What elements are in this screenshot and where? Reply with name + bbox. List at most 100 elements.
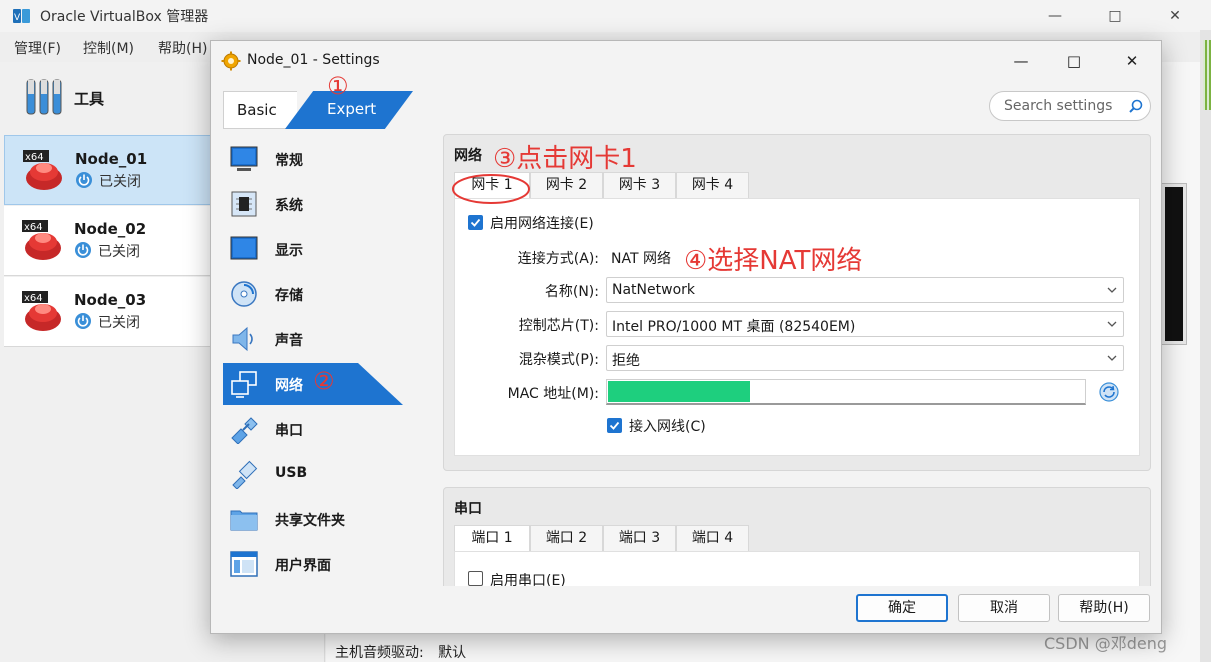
mac-address-field[interactable]	[606, 379, 1086, 405]
search-input[interactable]	[1002, 96, 1122, 116]
nav-label: 声音	[275, 333, 303, 349]
chevron-down-icon	[1107, 287, 1117, 293]
nav-item-serial[interactable]: 串口	[223, 408, 403, 450]
monitor-icon	[230, 146, 258, 171]
mode-expert-tab[interactable]: Expert	[285, 91, 413, 129]
promiscuous-value: 拒绝	[612, 353, 640, 369]
gear-icon	[221, 51, 241, 71]
nav-label: 常规	[275, 153, 303, 169]
enable-serial-checkbox[interactable]	[468, 571, 483, 586]
serial-group-title: 串口	[454, 501, 482, 517]
nav-item-user-interface[interactable]: 用户界面	[223, 543, 403, 585]
minimize-icon[interactable]: —	[1035, 4, 1075, 28]
tab-adapter-3[interactable]: 网卡 3	[603, 172, 676, 198]
dialog-minimize-icon[interactable]: —	[1006, 49, 1036, 73]
mode-switch: Basic Expert	[223, 91, 413, 129]
adapter-type-select[interactable]: Intel PRO/1000 MT 桌面 (82540EM)	[606, 311, 1124, 337]
dialog-title: Node_01 - Settings	[247, 52, 380, 68]
dialog-maximize-icon[interactable]: □	[1059, 49, 1089, 73]
vm-preview	[1162, 184, 1186, 344]
annotation-circle	[452, 174, 530, 204]
tab-port-4[interactable]: 端口 4	[676, 525, 749, 551]
display-icon	[230, 236, 258, 260]
vm-state: 已关闭	[98, 244, 140, 260]
nav-label: USB	[275, 465, 308, 481]
promiscuous-label: 混杂模式(P):	[518, 352, 599, 368]
network-group: 网络 网卡 1 网卡 2 网卡 3 网卡 4 启用网络连接(E) 连接方式(A)…	[443, 134, 1151, 471]
name-label: 名称(N):	[544, 284, 599, 300]
nav-item-shared-folders[interactable]: 共享文件夹	[223, 498, 403, 540]
cable-connected-checkbox[interactable]	[607, 418, 622, 433]
dialog-title-bar: Node_01 - Settings — □ ✕	[211, 41, 1161, 81]
promiscuous-select[interactable]: 拒绝	[606, 345, 1124, 371]
nav-item-display[interactable]: 显示	[223, 228, 403, 270]
tools-label: 工具	[74, 90, 105, 108]
tab-adapter-2[interactable]: 网卡 2	[530, 172, 603, 198]
menu-control[interactable]: 控制(M)	[83, 38, 134, 58]
annotation-step-2: ②	[313, 367, 335, 395]
tab-port-3[interactable]: 端口 3	[603, 525, 676, 551]
svg-text:x64: x64	[25, 152, 44, 163]
mode-basic-tab[interactable]: Basic	[223, 91, 297, 129]
vm-state: 已关闭	[98, 315, 140, 331]
tab-adapter-4[interactable]: 网卡 4	[676, 172, 749, 198]
annotation-step-3: ③点击网卡1	[493, 144, 637, 174]
annotation-step-4: ④选择NAT网络	[684, 246, 863, 276]
power-off-icon	[75, 313, 91, 329]
virtualbox-logo-icon: V	[13, 9, 30, 23]
close-icon[interactable]: ✕	[1155, 4, 1195, 28]
vm-name: Node_01	[75, 150, 148, 168]
nav-item-storage[interactable]: 存储	[223, 273, 403, 315]
search-icon[interactable]	[1128, 98, 1144, 114]
search-settings	[989, 91, 1151, 121]
cancel-button[interactable]: 取消	[958, 594, 1050, 622]
chip-icon	[231, 191, 257, 217]
dialog-close-icon[interactable]: ✕	[1117, 49, 1147, 73]
help-button[interactable]: 帮助(H)	[1058, 594, 1150, 622]
settings-dialog: Node_01 - Settings — □ ✕ Basic Expert 常规	[210, 40, 1162, 634]
power-off-icon	[75, 242, 91, 258]
refresh-mac-icon[interactable]	[1098, 381, 1120, 403]
settings-nav: 常规 系统 显示 存储 声音 网络 串口 USB 共享文件夹 用户界面	[223, 135, 413, 585]
main-title-bar: V Oracle VirtualBox 管理器 — □ ✕	[0, 0, 1211, 32]
nav-label: 网络	[275, 378, 303, 394]
svg-text:V: V	[14, 13, 21, 23]
mac-redaction	[608, 381, 750, 402]
menu-manage[interactable]: 管理(F)	[14, 38, 61, 58]
nav-label: 串口	[275, 423, 303, 439]
nav-item-general[interactable]: 常规	[223, 138, 403, 180]
nav-item-audio[interactable]: 声音	[223, 318, 403, 360]
nav-item-system[interactable]: 系统	[223, 183, 403, 225]
vm-name: Node_03	[74, 291, 147, 309]
nav-label: 系统	[275, 198, 303, 214]
network-name-select[interactable]: NatNetwork	[606, 277, 1124, 303]
power-off-icon	[76, 172, 92, 188]
svg-text:x64: x64	[24, 222, 43, 233]
menu-help[interactable]: 帮助(H)	[158, 38, 207, 58]
adapter-type-label: 控制芯片(T):	[518, 318, 599, 334]
linux-x64-os-icon: x64	[22, 291, 61, 331]
adapter-1-panel: 启用网络连接(E) 连接方式(A): NAT 网络 名称(N): NatNetw…	[454, 198, 1140, 456]
vm-state: 已关闭	[99, 174, 141, 190]
linux-x64-os-icon: x64	[22, 220, 61, 260]
nav-item-usb[interactable]: USB	[223, 453, 403, 495]
vm-name: Node_02	[74, 220, 147, 238]
usb-icon	[232, 460, 258, 489]
maximize-icon[interactable]: □	[1095, 4, 1135, 28]
ok-button[interactable]: 确定	[856, 594, 948, 622]
disc-icon	[231, 281, 257, 307]
tab-port-2[interactable]: 端口 2	[530, 525, 603, 551]
chevron-down-icon	[1107, 355, 1117, 361]
audio-driver-label: 主机音频驱动:	[335, 645, 424, 661]
nav-label: 用户界面	[275, 558, 331, 574]
serial-cable-icon	[231, 417, 258, 444]
nav-label: 显示	[275, 243, 303, 259]
preview-thumbnail	[1203, 40, 1211, 110]
tab-port-1[interactable]: 端口 1	[454, 525, 530, 552]
speaker-icon	[232, 326, 253, 352]
main-window-title: Oracle VirtualBox 管理器	[40, 9, 209, 25]
enable-adapter-checkbox[interactable]	[468, 215, 483, 230]
mode-expert-label: Expert	[327, 100, 377, 118]
network-icon	[231, 371, 257, 398]
adapter-type-value: Intel PRO/1000 MT 桌面 (82540EM)	[612, 319, 856, 335]
